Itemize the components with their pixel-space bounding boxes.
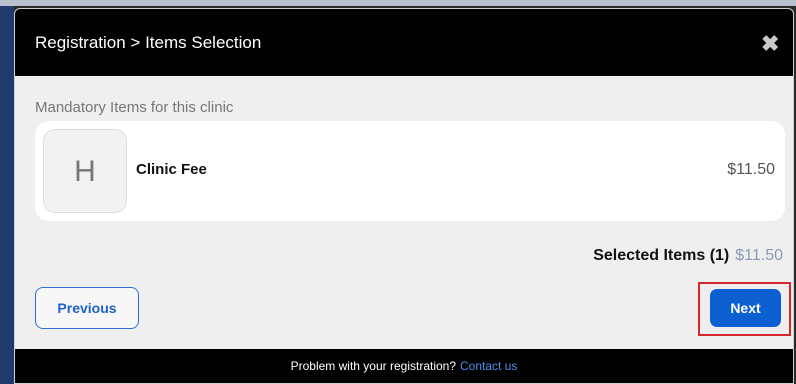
close-icon[interactable]: ✖: [761, 33, 779, 55]
item-avatar: H: [43, 129, 127, 213]
background-edge: [0, 0, 14, 384]
modal-header: Registration > Items Selection ✖: [15, 9, 793, 76]
item-name: Clinic Fee: [136, 161, 207, 178]
selected-items-summary: Selected Items (1) $11.50: [593, 247, 783, 265]
contact-us-link[interactable]: Contact us: [460, 359, 517, 373]
section-label: Mandatory Items for this clinic: [35, 99, 234, 116]
registration-modal: Registration > Items Selection ✖ Mandato…: [14, 8, 794, 384]
modal-footer: Problem with your registration? Contact u…: [15, 349, 793, 383]
item-card: H Clinic Fee $11.50: [35, 121, 785, 221]
item-price: $11.50: [727, 161, 775, 178]
selected-items-label: Selected Items (1): [593, 247, 730, 264]
background-top-edge: [0, 0, 796, 6]
footer-text: Problem with your registration?: [290, 359, 457, 373]
next-button[interactable]: Next: [710, 289, 781, 327]
selected-items-total: $11.50: [735, 247, 783, 264]
modal-title: Registration > Items Selection: [35, 33, 262, 52]
previous-button[interactable]: Previous: [35, 287, 139, 329]
